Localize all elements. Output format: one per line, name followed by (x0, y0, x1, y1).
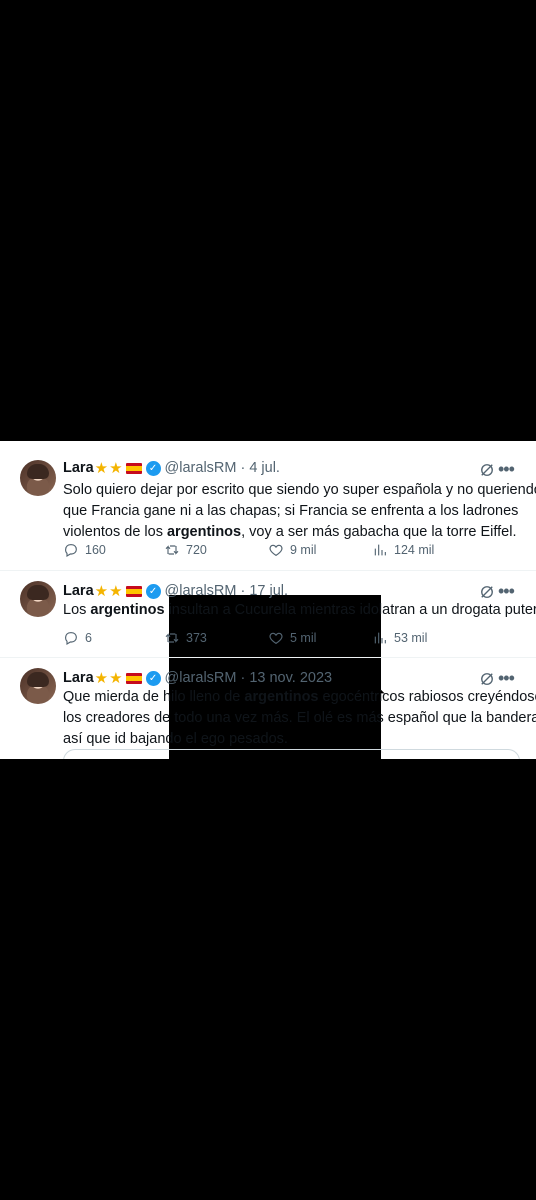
tweet-line: que Francia gane ni a las chapas; si Fra… (63, 503, 519, 519)
avatar[interactable] (20, 581, 56, 617)
grok-icon[interactable] (478, 670, 496, 688)
display-name[interactable]: Lara (63, 583, 94, 599)
tweet-header: Lara ★ ★ ✓ @laralsRM · 17 jul. (63, 581, 288, 601)
verified-badge-icon[interactable]: ✓ (145, 670, 161, 686)
separator: · (240, 583, 246, 599)
more-icon[interactable]: ••• (498, 582, 516, 600)
tweet-date[interactable]: 4 jul. (249, 460, 280, 476)
star-icon: ★ (94, 583, 109, 600)
tweet-line: los creadores de todo una vez más. El ol… (63, 710, 536, 726)
tweet-date[interactable]: 17 jul. (249, 583, 288, 599)
highlight-word: argentinos (90, 602, 165, 618)
more-icon[interactable]: ••• (498, 669, 516, 687)
spain-flag-icon (125, 585, 142, 597)
star-icon: ★ (109, 583, 123, 600)
quoted-tweet-card[interactable] (63, 749, 520, 759)
tweet-line: así que id bajando el ego pesados. (63, 731, 288, 747)
tweet-2[interactable]: Lara ★ ★ ✓ @laralsRM · 17 jul. ••• Los a… (0, 571, 536, 759)
highlight-word: argentinos (244, 689, 319, 705)
tweet-text: Que mierda de hilo lleno de argentinos e… (63, 687, 536, 750)
tweet-text: Los argentinos insultan a Cucurella mien… (63, 600, 536, 621)
more-icon[interactable]: ••• (498, 460, 516, 478)
tweet-text: Solo quiero dejar por escrito que siendo… (63, 480, 536, 543)
star-icon: ★ (94, 670, 109, 687)
tweet-thread-panel: Lara ★ ★ ✓ @laralsRM · 4 jul. ••• Solo q… (0, 441, 536, 759)
display-name[interactable]: Lara (63, 460, 94, 476)
tweet-line: Los argentinos insultan a Cucurella mien… (63, 602, 536, 618)
separator: · (240, 670, 246, 686)
star-icon: ★ (94, 460, 109, 477)
grok-icon[interactable] (478, 583, 496, 601)
highlight-word: argentinos (166, 524, 242, 540)
grok-icon[interactable] (478, 461, 496, 479)
spain-flag-icon (125, 462, 142, 474)
avatar[interactable] (20, 668, 56, 704)
tweet-date[interactable]: 13 nov. 2023 (249, 670, 332, 686)
star-icon: ★ (109, 460, 123, 477)
tweet-header: Lara ★ ★ ✓ @laralsRM · 13 nov. 2023 (63, 668, 332, 688)
tweet-actions: 160 720 9 mil 124 mil (63, 542, 518, 759)
tweet-line: violentos de los argentinos, voy a ser m… (63, 524, 517, 540)
avatar[interactable] (20, 460, 56, 496)
tweet-1[interactable]: Lara ★ ★ ✓ @laralsRM · 4 jul. ••• Solo q… (0, 441, 536, 759)
spain-flag-icon (125, 672, 142, 684)
user-handle[interactable]: @laralsRM (165, 460, 237, 476)
tweet-line: Solo quiero dejar por escrito que siendo… (63, 482, 536, 498)
user-handle[interactable]: @laralsRM (165, 670, 237, 686)
tweet-actions: 6 373 5 mil 53 mil (63, 630, 518, 759)
separator: · (240, 460, 246, 476)
star-icon: ★ (109, 670, 123, 687)
tweet-line: Que mierda de hilo lleno de argentinos e… (63, 689, 536, 705)
display-name[interactable]: Lara (63, 670, 94, 686)
tweet-3[interactable]: Lara ★ ★ ✓ @laralsRM · 13 nov. 2023 ••• … (0, 658, 536, 759)
verified-badge-icon[interactable]: ✓ (145, 460, 161, 476)
verified-badge-icon[interactable]: ✓ (145, 583, 161, 599)
user-handle[interactable]: @laralsRM (165, 583, 237, 599)
tweet-header: Lara ★ ★ ✓ @laralsRM · 4 jul. (63, 458, 280, 478)
